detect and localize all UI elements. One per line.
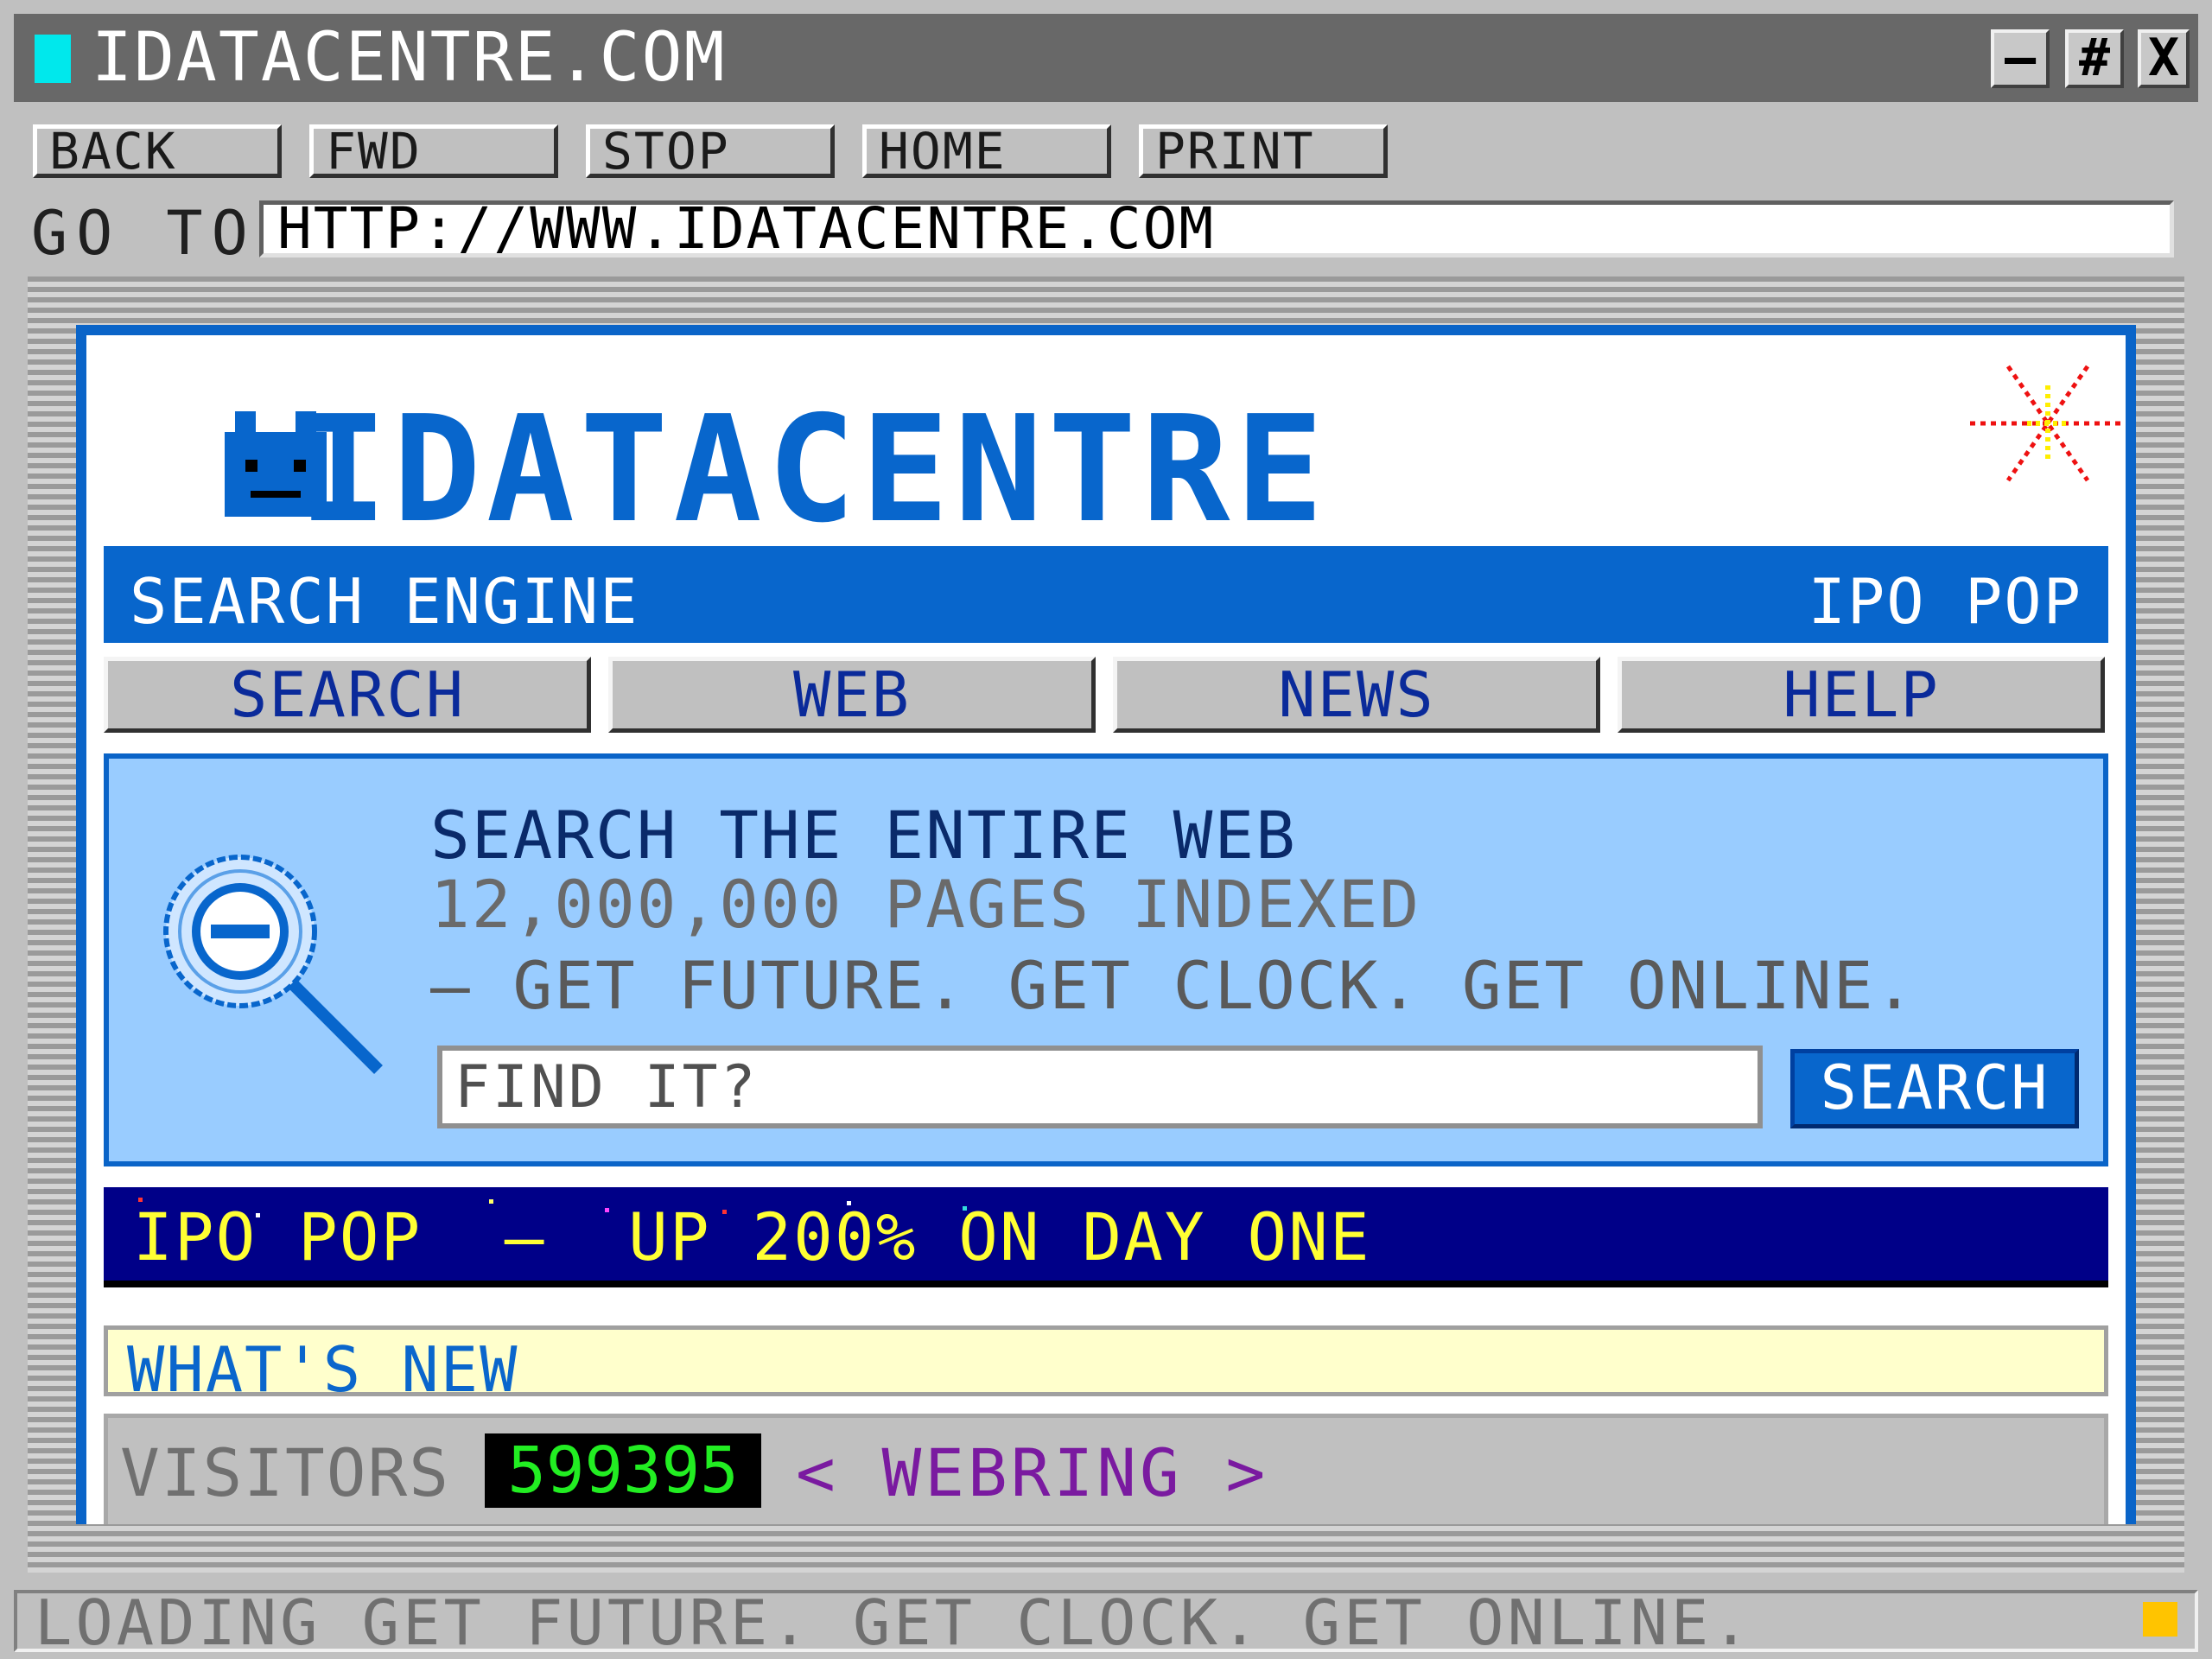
whats-new-box[interactable]: WHAT'S NEW bbox=[104, 1325, 2108, 1404]
close-button[interactable]: X bbox=[2138, 29, 2190, 88]
home-button[interactable]: HOME bbox=[862, 124, 1111, 178]
stop-button[interactable]: STOP bbox=[586, 124, 835, 178]
tab-search[interactable]: SEARCH bbox=[104, 657, 591, 733]
whats-new-heading: WHAT'S NEW bbox=[127, 1333, 519, 1406]
search-input[interactable] bbox=[437, 1046, 1763, 1128]
tab-help[interactable]: HELP bbox=[1618, 657, 2105, 733]
star-decoration bbox=[489, 1199, 493, 1204]
ticker-text: IPO POP – UP 200% ON DAY ONE bbox=[133, 1198, 1371, 1275]
ipo-pop-link[interactable]: IPO POP bbox=[1808, 567, 2082, 636]
status-text: LOADING GET FUTURE. GET CLOCK. GET ONLIN… bbox=[35, 1586, 1753, 1659]
search-heading: SEARCH THE ENTIRE WEB bbox=[430, 797, 1297, 874]
back-button[interactable]: BACK bbox=[33, 124, 282, 178]
minimize-button[interactable]: – bbox=[1991, 29, 2050, 88]
status-bar: LOADING GET FUTURE. GET CLOCK. GET ONLIN… bbox=[14, 1588, 2198, 1657]
tab-news[interactable]: NEWS bbox=[1113, 657, 1600, 733]
tab-web[interactable]: WEB bbox=[608, 657, 1096, 733]
webring-link[interactable]: < WEBRING > bbox=[796, 1437, 1268, 1510]
visitors-label: VISITORS bbox=[120, 1434, 451, 1511]
maximize-button[interactable]: # bbox=[2065, 29, 2124, 88]
star-decoration bbox=[605, 1208, 609, 1212]
title-bar: IDATACENTRE.COM – # X bbox=[14, 14, 2198, 102]
sparkle-icon bbox=[1970, 365, 2126, 482]
web-page: IDATACENTRE SEARCH ENGINE IPO POP SEARCH… bbox=[76, 325, 2136, 1524]
site-logo[interactable]: IDATACENTRE bbox=[299, 384, 1329, 556]
address-label: GO TO bbox=[31, 198, 257, 269]
footer-bar: VISITORS 599395 < WEBRING > bbox=[104, 1414, 2108, 1524]
visitor-counter: 599395 bbox=[485, 1433, 761, 1508]
loading-light-icon bbox=[2143, 1602, 2177, 1637]
print-button[interactable]: PRINT bbox=[1139, 124, 1388, 178]
pages-indexed: 12,000,000 PAGES INDEXED bbox=[430, 866, 1421, 943]
section-title: SEARCH ENGINE bbox=[130, 565, 639, 638]
star-decoration bbox=[256, 1213, 260, 1217]
news-ticker[interactable]: IPO POP – UP 200% ON DAY ONE bbox=[104, 1187, 2108, 1287]
star-decoration bbox=[722, 1210, 727, 1214]
star-decoration bbox=[138, 1198, 143, 1202]
app-square-icon bbox=[35, 35, 71, 83]
forward-button[interactable]: FWD bbox=[309, 124, 558, 178]
star-decoration bbox=[963, 1206, 967, 1211]
magnifier-icon bbox=[163, 855, 383, 1074]
tagline: – GET FUTURE. GET CLOCK. GET ONLINE. bbox=[430, 947, 1916, 1024]
window-title: IDATACENTRE.COM bbox=[92, 19, 727, 97]
search-button[interactable]: SEARCH bbox=[1790, 1049, 2079, 1128]
address-bar[interactable]: HTTP://WWW.IDATACENTRE.COM bbox=[259, 200, 2174, 257]
section-bar: SEARCH ENGINE IPO POP bbox=[104, 546, 2108, 643]
search-panel: SEARCH THE ENTIRE WEB 12,000,000 PAGES I… bbox=[104, 753, 2108, 1166]
star-decoration bbox=[847, 1201, 851, 1205]
